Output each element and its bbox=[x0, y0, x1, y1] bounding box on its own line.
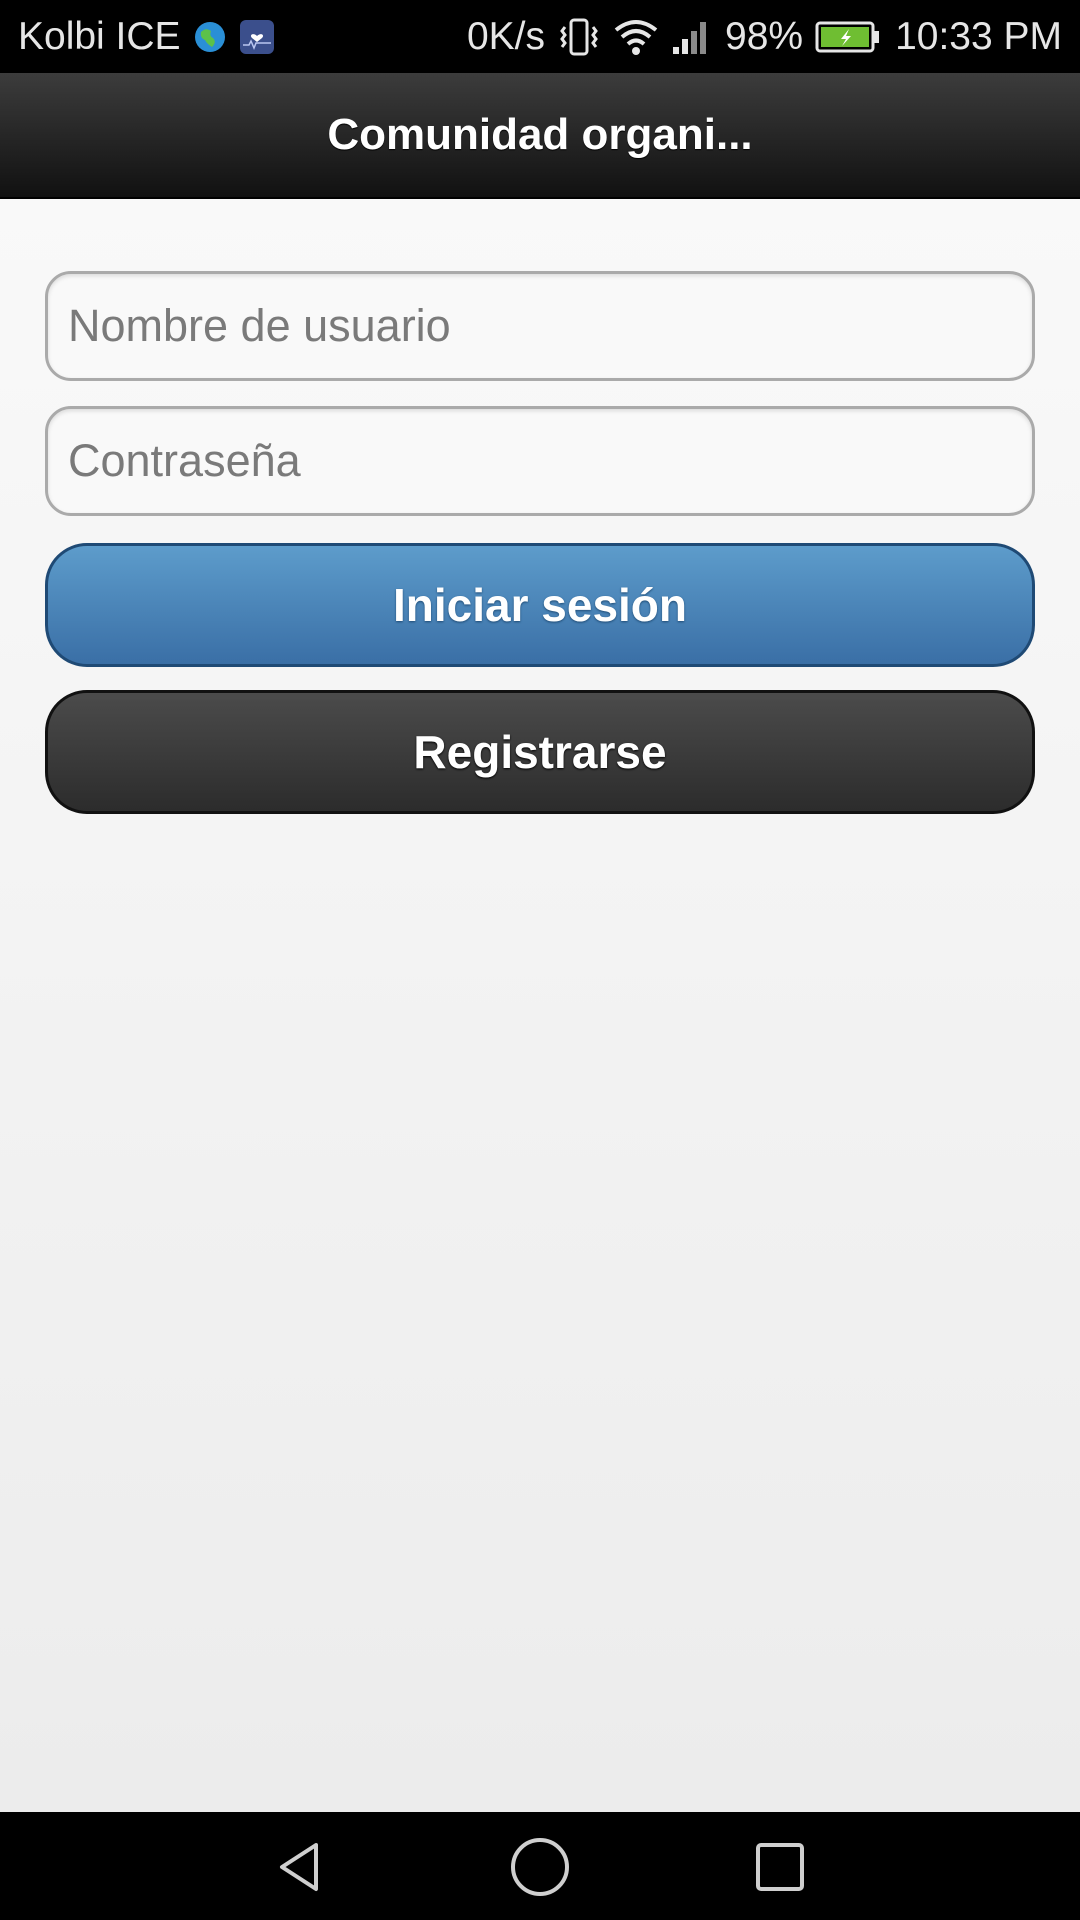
back-icon[interactable] bbox=[265, 1832, 335, 1902]
login-content: Iniciar sesión Registrarse bbox=[0, 199, 1080, 1812]
health-app-icon bbox=[239, 19, 275, 55]
status-left: Kolbi ICE bbox=[18, 15, 275, 59]
register-button[interactable]: Registrarse bbox=[45, 690, 1035, 814]
vibrate-icon bbox=[557, 17, 601, 57]
battery-charging-icon bbox=[815, 20, 881, 54]
login-button[interactable]: Iniciar sesión bbox=[45, 543, 1035, 667]
username-input[interactable] bbox=[45, 271, 1035, 381]
screen: Kolbi ICE 0K/s 98% 10:33 PM Comunidad or… bbox=[0, 0, 1080, 1920]
carrier-name: Kolbi ICE bbox=[18, 14, 181, 58]
network-speed: 0K/s bbox=[466, 14, 545, 58]
app-header: Comunidad organi... bbox=[0, 73, 1080, 199]
page-title: Comunidad organi... bbox=[327, 110, 753, 159]
status-right: 0K/s 98% 10:33 PM bbox=[453, 15, 1062, 59]
register-button-label: Registrarse bbox=[413, 726, 667, 778]
login-button-label: Iniciar sesión bbox=[392, 579, 687, 631]
wifi-icon bbox=[613, 18, 659, 56]
home-icon[interactable] bbox=[505, 1832, 575, 1902]
battery-percent: 98% bbox=[725, 14, 804, 58]
recents-icon[interactable] bbox=[745, 1832, 815, 1902]
clock: 10:33 PM bbox=[895, 14, 1062, 58]
globe-app-icon bbox=[193, 20, 227, 54]
navigation-bar bbox=[0, 1812, 1080, 1920]
status-bar: Kolbi ICE 0K/s 98% 10:33 PM bbox=[0, 0, 1080, 73]
signal-icon bbox=[671, 19, 711, 55]
password-input[interactable] bbox=[45, 406, 1035, 516]
